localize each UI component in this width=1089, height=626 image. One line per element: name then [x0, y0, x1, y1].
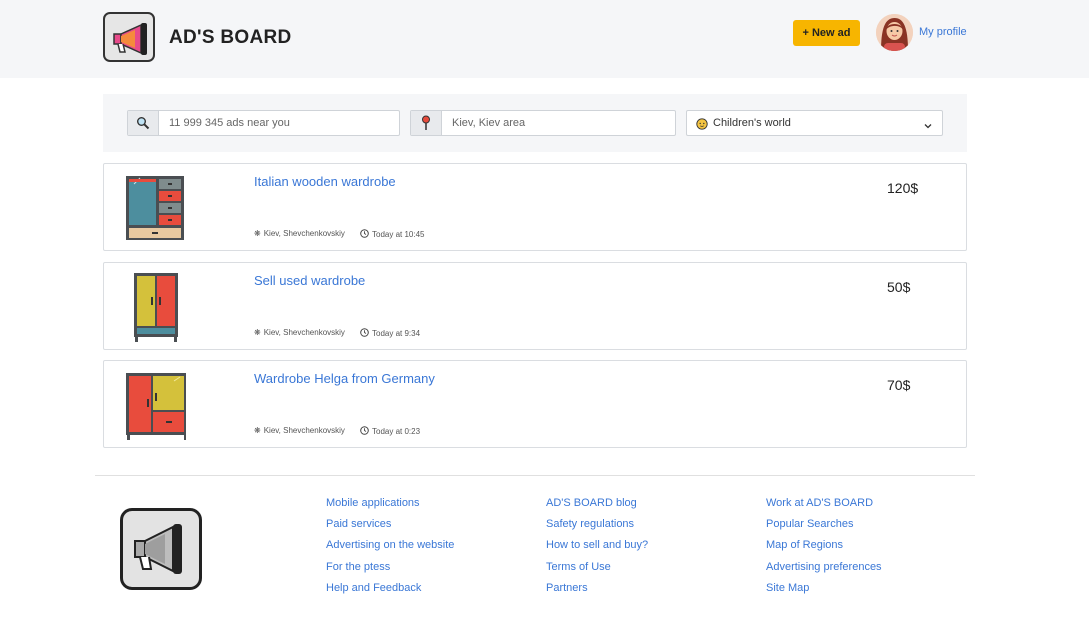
ad-location: ❋ Kiev, Shevchenkovskiy	[254, 426, 345, 435]
footer-link[interactable]: Paid services	[326, 517, 454, 538]
chevron-down-icon[interactable]	[923, 118, 933, 136]
footer-divider	[95, 475, 975, 476]
location-input[interactable]: Kiev, Kiev area	[410, 110, 676, 136]
ad-title-link[interactable]: Wardrobe Helga from Germany	[254, 371, 435, 386]
ad-price: 50$	[887, 279, 911, 295]
wardrobe-icon	[124, 369, 188, 441]
ad-card[interactable]: Wardrobe Helga from Germany 70$ ❋ Kiev, …	[103, 360, 967, 448]
ad-time-text: Today at 9:34	[372, 329, 421, 338]
my-profile-link[interactable]: My profile	[919, 26, 967, 38]
footer-link[interactable]: Work at AD'S BOARD	[766, 496, 882, 517]
ad-title-link[interactable]: Sell used wardrobe	[254, 273, 365, 288]
ad-card[interactable]: Italian wooden wardrobe 120$ ❋ Kiev, She…	[103, 163, 967, 251]
footer-link[interactable]: Terms of Use	[546, 560, 648, 581]
footer-link[interactable]: Advertising on the website	[326, 538, 454, 559]
wardrobe-icon	[124, 271, 186, 343]
ad-location-text: Kiev, Shevchenkovskiy	[263, 229, 345, 238]
ad-time-text: Today at 10:45	[372, 230, 425, 239]
footer-link[interactable]: Mobile applications	[326, 496, 454, 517]
location-dot-icon: ❋	[254, 426, 261, 435]
footer-link[interactable]: Site Map	[766, 581, 882, 602]
location-dot-icon: ❋	[254, 229, 261, 238]
search-icon[interactable]	[128, 111, 159, 135]
category-value: Children's world	[713, 117, 791, 129]
ad-location: ❋ Kiev, Shevchenkovskiy	[254, 229, 345, 238]
footer-column-3: Work at AD'S BOARD Popular Searches Map …	[766, 496, 882, 602]
search-input[interactable]: 11 999 345 ads near you	[127, 110, 400, 136]
location-pin-icon	[411, 111, 442, 135]
search-placeholder: 11 999 345 ads near you	[169, 117, 290, 129]
footer-link[interactable]: Popular Searches	[766, 517, 882, 538]
ad-time-text: Today at 0:23	[372, 427, 421, 436]
clock-icon	[360, 426, 369, 437]
ad-price: 70$	[887, 377, 911, 393]
ad-price: 120$	[887, 180, 919, 196]
ad-location: ❋ Kiev, Shevchenkovskiy	[254, 328, 345, 337]
megaphone-logo-icon[interactable]	[120, 508, 202, 590]
search-panel: 11 999 345 ads near you Kiev, Kiev area …	[103, 94, 967, 152]
ad-time: Today at 10:45	[360, 229, 424, 240]
footer-link[interactable]: Safety regulations	[546, 517, 648, 538]
ad-time: Today at 0:23	[360, 426, 420, 437]
footer-link[interactable]: Partners	[546, 581, 648, 602]
site-title: AD'S BOARD	[169, 27, 292, 48]
footer-link[interactable]: Help and Feedback	[326, 581, 454, 602]
ad-title-link[interactable]: Italian wooden wardrobe	[254, 174, 396, 189]
footer-column-1: Mobile applications Paid services Advert…	[326, 496, 454, 602]
footer-link[interactable]: For the ptess	[326, 560, 454, 581]
ad-card[interactable]: Sell used wardrobe 50$ ❋ Kiev, Shevchenk…	[103, 262, 967, 350]
location-value: Kiev, Kiev area	[452, 117, 526, 129]
new-ad-button[interactable]: + New ad	[793, 20, 860, 46]
category-select[interactable]: Children's world	[686, 110, 943, 136]
footer-link[interactable]: Map of Regions	[766, 538, 882, 559]
site-header: AD'S BOARD + New ad My profile	[0, 0, 1089, 78]
ad-location-text: Kiev, Shevchenkovskiy	[263, 426, 345, 435]
clock-icon	[360, 229, 369, 240]
location-dot-icon: ❋	[254, 328, 261, 337]
footer-column-2: AD'S BOARD blog Safety regulations How t…	[546, 496, 648, 602]
ad-location-text: Kiev, Shevchenkovskiy	[263, 328, 345, 337]
clock-icon	[360, 328, 369, 339]
ad-time: Today at 9:34	[360, 328, 420, 339]
wardrobe-icon	[124, 172, 186, 244]
megaphone-logo-icon[interactable]	[103, 12, 155, 62]
child-face-icon	[696, 117, 708, 135]
avatar[interactable]	[876, 14, 913, 51]
footer-link[interactable]: Advertising preferences	[766, 560, 882, 581]
footer-link[interactable]: AD'S BOARD blog	[546, 496, 648, 517]
footer-link[interactable]: How to sell and buy?	[546, 538, 648, 559]
